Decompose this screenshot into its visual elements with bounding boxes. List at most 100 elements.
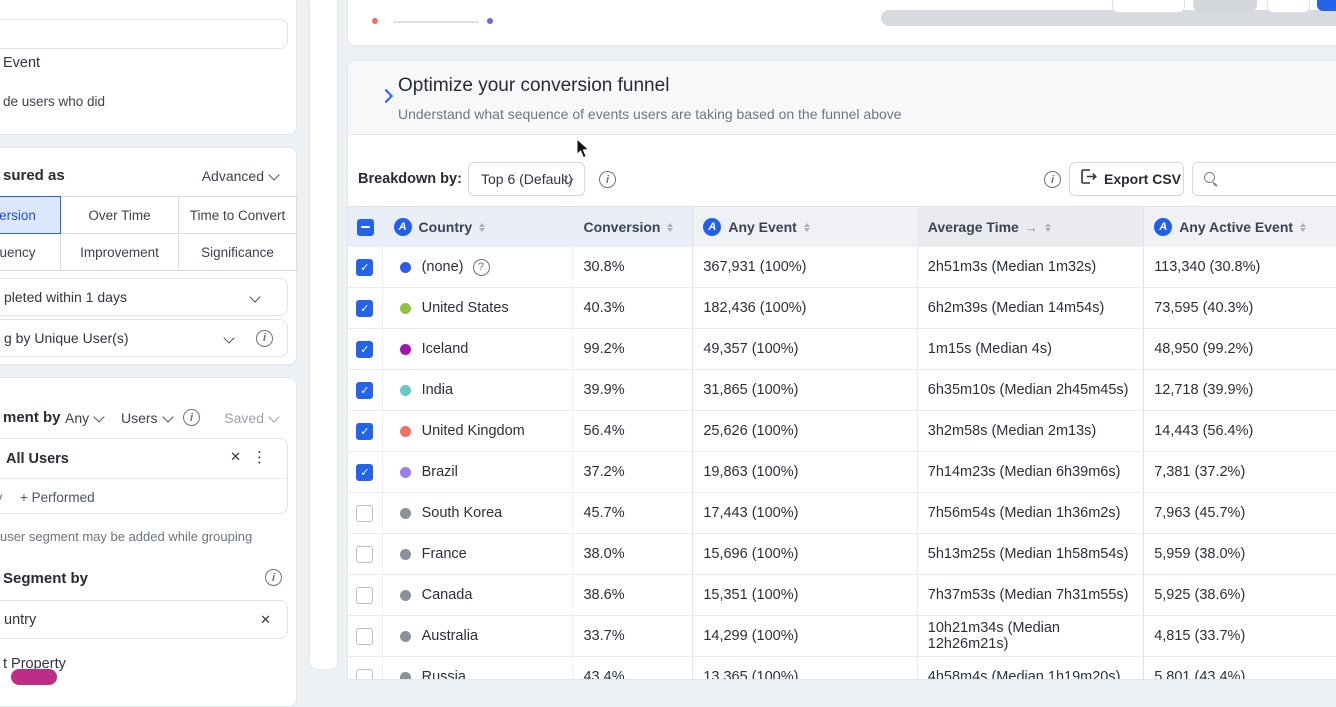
add-performed-button[interactable]: + Performed <box>20 490 95 505</box>
segment-users-dropdown[interactable]: Users <box>121 410 172 426</box>
tab-conversion[interactable]: ersion <box>0 196 61 234</box>
header-button-fragment[interactable] <box>1267 0 1310 13</box>
header-any-event[interactable]: A Any Event <box>692 207 916 247</box>
kebab-icon[interactable]: ⋮ <box>252 448 267 466</box>
breakdown-select[interactable]: Top 6 (Default) <box>468 162 585 196</box>
event-section-title: Event <box>3 55 40 71</box>
table-row[interactable]: France 38.0% 15,696 (100%) 5h13m25s (Med… <box>348 534 1336 575</box>
event-row-box[interactable] <box>0 19 288 49</box>
country-cell: Australia <box>383 616 573 656</box>
conversion-window-dropdown[interactable]: pleted within 1 days <box>0 278 288 316</box>
table-row[interactable]: ✓ United States 40.3% 182,436 (100%) 6h2… <box>348 288 1336 329</box>
tab-time-to-convert[interactable]: Time to Convert <box>178 196 297 234</box>
segment-by-heading: Segment by <box>3 570 88 587</box>
info-icon[interactable]: i <box>256 330 273 347</box>
segment-any-dropdown[interactable]: Any <box>65 410 103 426</box>
table-row[interactable]: ✓ United Kingdom 56.4% 25,626 (100%) 3h2… <box>348 411 1336 452</box>
table-row[interactable]: Canada 38.6% 15,351 (100%) 7h37m53s (Med… <box>348 575 1336 616</box>
cell-any-active-event: 73,595 (40.3%) <box>1143 288 1336 328</box>
sort-icon[interactable] <box>479 223 485 232</box>
segment-note: gle user segment may be added while grou… <box>0 529 252 544</box>
sort-icon[interactable] <box>667 223 673 232</box>
table-row[interactable]: ✓ (none) ? 30.8% 367,931 (100%) 2h51m3s … <box>348 247 1336 288</box>
tab-improvement[interactable]: Improvement <box>60 233 179 271</box>
saved-dropdown[interactable]: Saved <box>224 410 278 426</box>
country-dot <box>400 508 411 519</box>
row-checkbox[interactable] <box>356 505 373 522</box>
export-csv-label: Export CSV <box>1104 171 1181 187</box>
header-average-time[interactable]: Average Time → <box>917 207 1143 247</box>
cell-average-time: 6h35m10s (Median 2h45m45s) <box>917 370 1143 410</box>
country-dot <box>400 467 411 478</box>
country-cell: United Kingdom <box>383 411 573 451</box>
row-checkbox[interactable] <box>356 669 373 681</box>
cell-any-event: 15,351 (100%) <box>692 575 916 615</box>
country-label: Canada <box>422 587 473 603</box>
row-checkbox[interactable]: ✓ <box>356 423 373 440</box>
chevron-down-icon <box>162 411 173 422</box>
divider <box>0 478 287 479</box>
checkbox-indeterminate[interactable] <box>357 219 374 236</box>
header-button-fragment[interactable] <box>1317 0 1336 11</box>
info-icon[interactable]: i <box>183 409 200 426</box>
header-country[interactable]: A Country <box>383 207 573 247</box>
table-row[interactable]: ✓ India 39.9% 31,865 (100%) 6h35m10s (Me… <box>348 370 1336 411</box>
row-checkbox[interactable]: ✓ <box>356 300 373 317</box>
cell-conversion: 40.3% <box>572 288 692 328</box>
sort-icon[interactable] <box>804 223 810 232</box>
cell-any-active-event: 5,959 (38.0%) <box>1143 534 1336 574</box>
counting-dropdown[interactable]: g by Unique User(s) i <box>0 319 288 357</box>
search-input[interactable] <box>1225 170 1336 188</box>
row-checkbox[interactable] <box>356 628 373 645</box>
table-row[interactable]: Russia 43.4% 13,365 (100%) 4h58m4s (Medi… <box>348 657 1336 680</box>
users-label: Users <box>121 410 158 426</box>
row-checkbox[interactable] <box>356 587 373 604</box>
cell-conversion: 56.4% <box>572 411 692 451</box>
breakdown-card: Optimize your conversion funnel Understa… <box>347 60 1336 680</box>
row-checkbox[interactable]: ✓ <box>356 382 373 399</box>
sort-icon[interactable] <box>1045 223 1051 232</box>
header-button-fragment[interactable] <box>1112 0 1185 13</box>
info-icon[interactable]: i <box>599 171 616 188</box>
header-conversion[interactable]: Conversion <box>572 207 692 247</box>
row-checkbox[interactable]: ✓ <box>356 464 373 481</box>
row-checkbox[interactable]: ✓ <box>356 259 373 276</box>
table-row[interactable]: ✓ Brazil 37.2% 19,863 (100%) 7h14m23s (M… <box>348 452 1336 493</box>
close-icon[interactable]: ✕ <box>260 612 271 628</box>
collapsed-panel-rail[interactable] <box>309 0 338 670</box>
legend-dot-orange <box>372 18 378 24</box>
table-header: A Country Conversion A Any Event Average… <box>348 206 1336 248</box>
search-icon <box>1203 171 1219 187</box>
row-checkbox[interactable]: ✓ <box>356 341 373 358</box>
row-checkbox[interactable] <box>356 546 373 563</box>
cell-conversion: 45.7% <box>572 493 692 533</box>
country-cell: United States <box>383 288 573 328</box>
export-csv-button[interactable]: Export CSV <box>1069 162 1184 196</box>
header-button-fragment[interactable] <box>1193 0 1257 11</box>
country-label: (none) <box>422 259 464 275</box>
close-icon[interactable]: ✕ <box>230 449 241 465</box>
help-icon[interactable]: ? <box>473 259 490 276</box>
table-row[interactable]: Australia 33.7% 14,299 (100%) 10h21m34s … <box>348 616 1336 657</box>
table-row[interactable]: ✓ Iceland 99.2% 49,357 (100%) 1m15s (Med… <box>348 329 1336 370</box>
sort-icon[interactable] <box>1300 223 1306 232</box>
tab-significance[interactable]: Significance <box>178 233 297 271</box>
optimize-banner[interactable]: Optimize your conversion funnel Understa… <box>348 61 1336 135</box>
tab-over-time[interactable]: Over Time <box>60 196 179 234</box>
search-box[interactable] <box>1192 162 1336 196</box>
cell-average-time: 10h21m34s (Median 12h26m21s) <box>917 616 1143 656</box>
cell-any-event: 182,436 (100%) <box>692 288 916 328</box>
country-label: Brazil <box>422 464 458 480</box>
advanced-dropdown[interactable]: Advanced <box>202 168 278 184</box>
chevron-right-icon[interactable] <box>379 89 393 103</box>
amplitude-icon: A <box>394 218 412 236</box>
horizontal-scrollbar[interactable] <box>881 10 1336 26</box>
info-icon[interactable]: i <box>1044 171 1061 188</box>
header-any-active-event[interactable]: A Any Active Event <box>1143 207 1336 247</box>
tab-frequency[interactable]: uency <box>0 233 61 271</box>
event-section-note: de users who did <box>3 94 105 109</box>
table-row[interactable]: South Korea 45.7% 17,443 (100%) 7h56m54s… <box>348 493 1336 534</box>
info-icon[interactable]: i <box>265 569 282 586</box>
country-label: United Kingdom <box>422 423 525 439</box>
segment-by-value-box[interactable]: untry ✕ <box>0 600 288 639</box>
